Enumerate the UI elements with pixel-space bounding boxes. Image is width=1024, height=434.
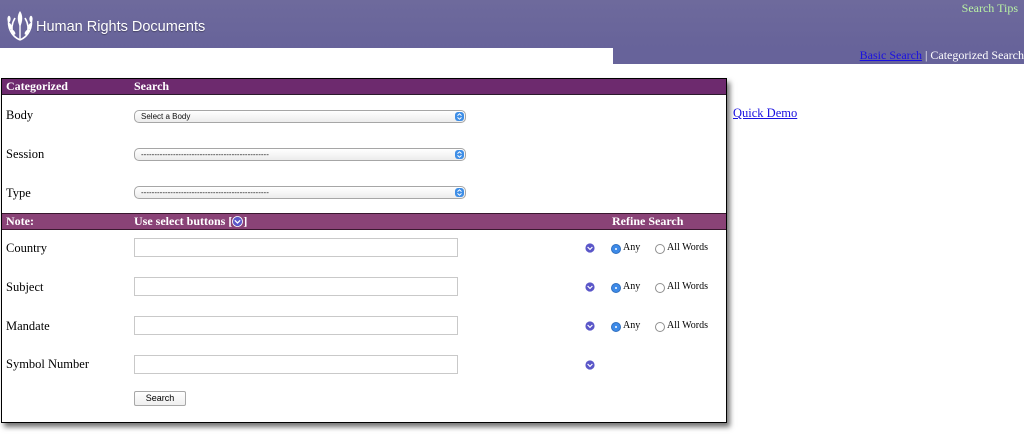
country-dropdown-icon[interactable] (585, 243, 595, 253)
band-search-label: Search (134, 79, 170, 93)
mandate-all-words-radio[interactable] (655, 322, 665, 332)
mandate-any-radio[interactable] (611, 322, 621, 332)
session-select[interactable]: ----------------------------------------… (134, 148, 466, 161)
subject-input[interactable] (134, 277, 458, 296)
search-mode-nav: Basic Search | Categorized Search (613, 48, 1024, 64)
select-arrows-icon (455, 112, 464, 121)
country-label: Country (6, 241, 47, 255)
session-label: Session (6, 147, 45, 161)
subject-all-words-radio[interactable] (655, 283, 665, 293)
search-button[interactable]: Search (134, 391, 186, 406)
band-categorized-label: Categorized (6, 79, 68, 93)
categorized-search-current: Categorized Search (930, 48, 1024, 62)
un-logo-icon (7, 11, 33, 41)
symbol-number-dropdown-icon[interactable] (585, 360, 595, 370)
country-all-words-label: All Words (667, 242, 708, 253)
search-tips-link[interactable]: Search Tips (962, 1, 1018, 16)
basic-search-link[interactable]: Basic Search (860, 48, 922, 62)
subject-label: Subject (6, 280, 44, 294)
select-arrows-icon (455, 188, 464, 197)
categorized-search-panel: Categorized Search Body Select a Body Se… (1, 78, 727, 423)
country-all-words-radio[interactable] (655, 244, 665, 254)
app-title: Human Rights Documents (36, 19, 206, 35)
country-input[interactable] (134, 238, 458, 257)
subject-any-label: Any (623, 281, 641, 292)
quick-demo-link[interactable]: Quick Demo (733, 106, 797, 121)
mandate-dropdown-icon[interactable] (585, 321, 595, 331)
symbol-number-label: Symbol Number (6, 357, 89, 371)
session-select-value: ----------------------------------------… (141, 150, 269, 159)
mandate-label: Mandate (6, 319, 50, 333)
chevron-down-circle-icon (232, 216, 244, 227)
body-label: Body (6, 108, 34, 122)
panel-header-band: Categorized Search (2, 79, 726, 95)
type-select[interactable]: ----------------------------------------… (134, 186, 466, 199)
subject-all-words-label: All Words (667, 281, 708, 292)
mandate-any-label: Any (623, 320, 641, 331)
mandate-all-words-label: All Words (667, 320, 708, 331)
band-refine-search-label: Refine Search (612, 214, 684, 228)
nav-separator: | (924, 48, 928, 62)
body-select-value: Select a Body (141, 112, 191, 121)
country-any-label: Any (623, 242, 641, 253)
select-arrows-icon (455, 150, 464, 159)
subject-any-radio[interactable] (611, 283, 621, 293)
country-any-radio[interactable] (611, 244, 621, 254)
mandate-input[interactable] (134, 316, 458, 335)
band-note-label: Note: (6, 214, 34, 228)
refine-header-band: Note: Use select buttons [] Refine Searc… (2, 213, 726, 230)
symbol-number-input[interactable] (134, 355, 458, 374)
band-select-buttons-note: Use select buttons [] (134, 214, 248, 228)
type-select-value: ----------------------------------------… (141, 188, 269, 197)
type-label: Type (6, 186, 31, 200)
header-banner: Human Rights Documents Search Tips (0, 0, 1024, 48)
subject-dropdown-icon[interactable] (585, 282, 595, 292)
body-select[interactable]: Select a Body (134, 110, 466, 123)
